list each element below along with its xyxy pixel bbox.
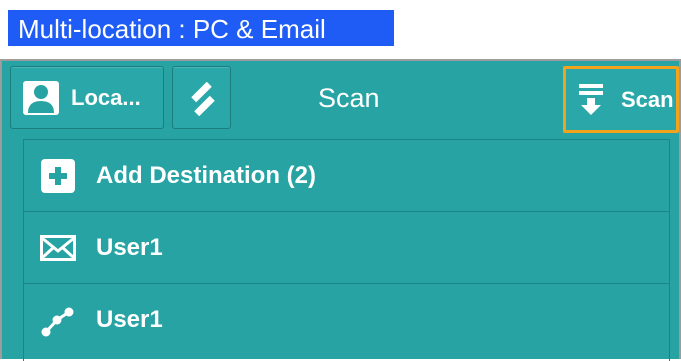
login-button[interactable]: Loca... <box>10 66 164 129</box>
list-item[interactable]: User1 <box>24 212 669 284</box>
page-heading-banner: Multi-location : PC & Email <box>8 10 394 46</box>
scan-button-label: Scan <box>621 87 674 112</box>
add-destination-button[interactable]: Add Destination (2) <box>24 140 669 212</box>
toolbar: Loca... Scan Scan <box>2 61 679 136</box>
add-destination-label: Add Destination (2) <box>96 162 316 189</box>
network-folder-icon <box>41 307 74 337</box>
banner-text: Multi-location : PC & Email <box>18 14 326 44</box>
envelope-icon <box>40 235 76 261</box>
scan-button[interactable]: Scan <box>563 66 679 133</box>
scan-icon <box>579 84 603 115</box>
reset-button[interactable] <box>172 66 231 129</box>
destination-list: Add Destination (2) User1 User1 <box>23 139 670 361</box>
page-title: Scan <box>318 83 380 113</box>
reset-slash-icon <box>191 82 215 116</box>
destination-label: User1 <box>96 306 163 333</box>
destination-label: User1 <box>96 234 163 261</box>
user-icon <box>23 81 59 115</box>
plus-icon <box>41 159 75 193</box>
list-item[interactable]: User1 <box>24 284 669 356</box>
login-button-label: Loca... <box>71 85 141 110</box>
scan-panel: Loca... Scan Scan Add Destination (2) Us… <box>0 59 681 361</box>
